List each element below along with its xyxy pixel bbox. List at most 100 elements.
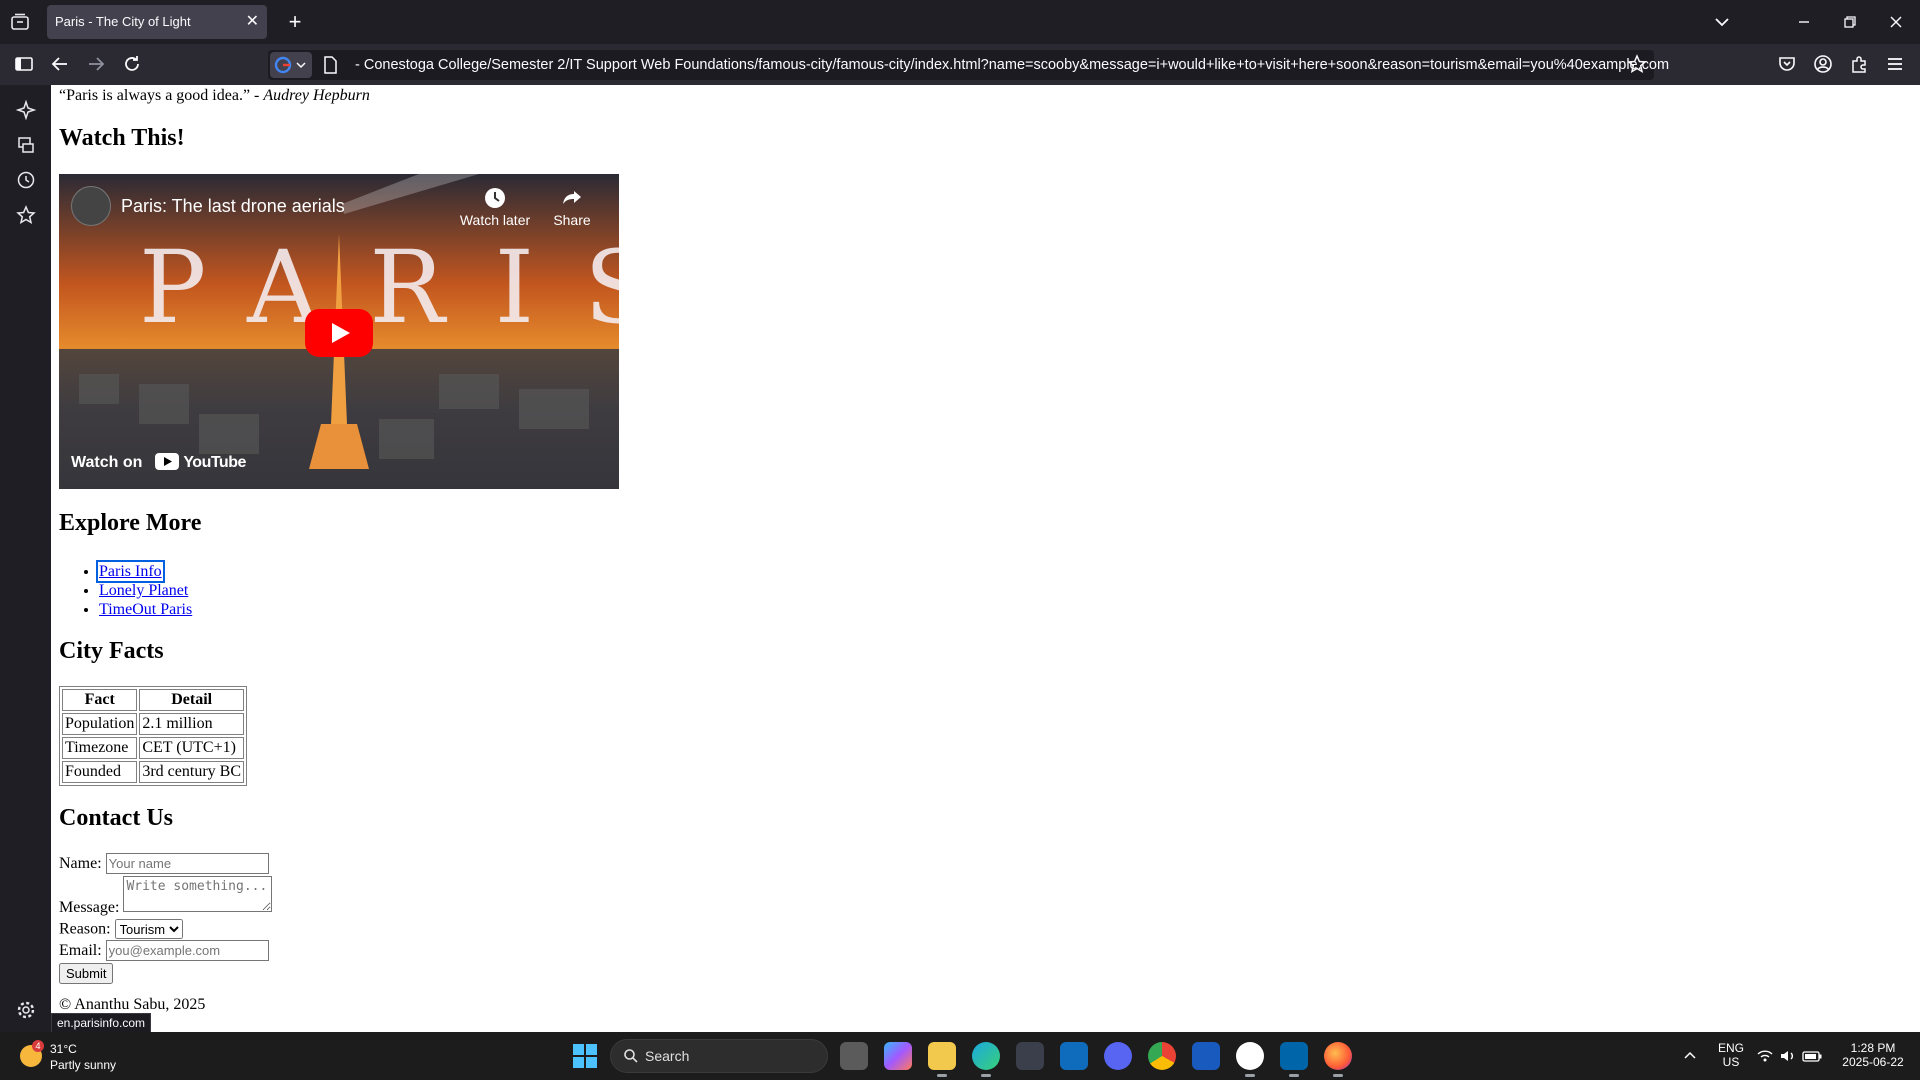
account-icon[interactable] xyxy=(1811,52,1835,76)
youtube-wordmark: YouTube xyxy=(183,454,246,471)
search-icon xyxy=(623,1048,639,1067)
language-bottom: US xyxy=(1722,1055,1740,1069)
start-windows-icon[interactable] xyxy=(573,1044,597,1068)
submit-button[interactable]: Submit xyxy=(59,963,114,984)
list-item: TimeOut Paris xyxy=(99,600,192,619)
clock-date: 2025-06-22 xyxy=(1842,1055,1904,1069)
name-input[interactable] xyxy=(105,853,269,874)
weather-temp: 31°C xyxy=(50,1042,77,1056)
link-lonely-planet[interactable]: Lonely Planet xyxy=(99,582,188,599)
firefox-icon[interactable] xyxy=(1324,1042,1352,1077)
pocket-icon[interactable] xyxy=(1775,52,1799,76)
name-label: Name: xyxy=(59,855,102,872)
table-cell: Population xyxy=(62,713,138,735)
taskbar-search[interactable]: Search xyxy=(610,1039,828,1073)
table-cell: 3rd century BC xyxy=(139,761,244,783)
back-icon[interactable] xyxy=(48,52,72,76)
file-explorer-icon[interactable] xyxy=(928,1042,956,1077)
watch-on-label: Watch on xyxy=(71,454,143,471)
status-link-preview: en.parisinfo.com xyxy=(51,1013,152,1033)
quote-author: Audrey Hepburn xyxy=(263,87,370,104)
tab-close-icon[interactable]: ✕ xyxy=(246,5,259,39)
share-label: Share xyxy=(553,212,591,228)
volume-icon[interactable] xyxy=(1778,1046,1798,1069)
page-info-icon[interactable] xyxy=(318,53,342,77)
url-text[interactable]: - Conestoga College/Semester 2/IT Suppor… xyxy=(355,50,1669,80)
message-textarea[interactable] xyxy=(123,876,273,912)
sidebar-toggle-icon[interactable] xyxy=(12,52,36,76)
share-button[interactable]: Share xyxy=(547,186,597,228)
table-header-cell: Detail xyxy=(139,689,244,711)
clock[interactable]: 1:28 PM 2025-06-22 xyxy=(1835,1041,1911,1069)
weather-widget[interactable]: 4 31°C Partly sunny xyxy=(18,1040,168,1074)
synced-tabs-icon[interactable] xyxy=(14,133,38,157)
tab-title: Paris - The City of Light xyxy=(55,14,191,29)
list-item: Lonely Planet xyxy=(99,581,192,600)
tab-list-icon[interactable] xyxy=(8,10,32,34)
email-label: Email: xyxy=(59,942,102,959)
new-tab-button[interactable]: + xyxy=(282,9,308,35)
reason-select[interactable]: Tourism xyxy=(114,919,183,939)
email-input[interactable] xyxy=(105,940,269,961)
facts-heading: City Facts xyxy=(59,638,164,664)
link-timeout-paris[interactable]: TimeOut Paris xyxy=(99,601,192,618)
edge-icon[interactable] xyxy=(972,1042,1000,1077)
bookmarks-icon[interactable] xyxy=(14,203,38,227)
menu-icon[interactable] xyxy=(1883,52,1907,76)
link-paris-info[interactable]: Paris Info xyxy=(96,560,165,583)
explore-links: Paris Info Lonely Planet TimeOut Paris xyxy=(59,560,192,619)
reload-icon[interactable] xyxy=(120,52,144,76)
youtube-embed[interactable]: PARIS Paris: The last drone aerials Watc… xyxy=(59,174,619,489)
youtube-logo-icon xyxy=(154,453,179,475)
show-hidden-icons-chevron-icon[interactable] xyxy=(1680,1046,1700,1069)
watch-on-youtube[interactable]: Watch on YouTube xyxy=(71,453,246,475)
watch-later-button[interactable]: Watch later xyxy=(455,186,535,228)
message-row: Message: xyxy=(59,876,273,917)
submit-row: Submit xyxy=(59,963,114,984)
table-row: Population 2.1 million xyxy=(62,713,244,735)
bookmark-star-icon[interactable] xyxy=(1625,52,1649,76)
word-icon[interactable] xyxy=(1192,1042,1220,1070)
channel-avatar[interactable] xyxy=(71,186,111,226)
reason-label: Reason: xyxy=(59,920,111,938)
quote: “Paris is always a good idea.” - Audrey … xyxy=(59,87,370,105)
email-row: Email: xyxy=(59,940,269,961)
github-icon[interactable] xyxy=(1236,1042,1264,1077)
play-button-icon[interactable] xyxy=(305,309,373,357)
task-view-icon[interactable] xyxy=(840,1042,868,1070)
wifi-icon[interactable] xyxy=(1755,1046,1775,1069)
vscode-icon[interactable] xyxy=(1280,1042,1308,1077)
quote-text: “Paris is always a good idea.” - xyxy=(59,87,264,104)
list-all-tabs-icon[interactable] xyxy=(1710,10,1734,34)
customize-sidebar-gear-icon[interactable] xyxy=(14,998,38,1022)
explore-heading: Explore More xyxy=(59,510,202,536)
extensions-icon[interactable] xyxy=(1847,52,1871,76)
chrome-icon[interactable] xyxy=(1148,1042,1176,1070)
name-row: Name: xyxy=(59,853,269,874)
notification-badge: 4 xyxy=(32,1040,44,1052)
copilot-icon[interactable] xyxy=(884,1042,912,1070)
tab-active[interactable]: Paris - The City of Light ✕ xyxy=(47,5,267,39)
discord-icon[interactable] xyxy=(1104,1042,1132,1070)
tab-bar: Paris - The City of Light ✕ + xyxy=(0,0,1920,44)
table-row: Timezone CET (UTC+1) xyxy=(62,737,244,759)
table-header-cell: Fact xyxy=(62,689,138,711)
language-indicator[interactable]: ENG US xyxy=(1716,1041,1746,1069)
language-top: ENG xyxy=(1717,1041,1744,1055)
microsoft-store-icon[interactable] xyxy=(1016,1042,1044,1070)
outlook-icon[interactable] xyxy=(1060,1042,1088,1070)
copyright-footer: © Ananthu Sabu, 2025 xyxy=(59,996,206,1013)
close-window-icon[interactable] xyxy=(1884,10,1908,34)
minimize-icon[interactable] xyxy=(1792,10,1816,34)
search-engine-button[interactable] xyxy=(270,52,312,78)
ai-chatbot-icon[interactable] xyxy=(14,98,38,122)
forward-icon[interactable] xyxy=(84,52,108,76)
contact-heading: Contact Us xyxy=(59,805,173,831)
history-icon[interactable] xyxy=(14,168,38,192)
video-title[interactable]: Paris: The last drone aerials xyxy=(121,196,345,217)
table-cell: Founded xyxy=(62,761,138,783)
clock-time: 1:28 PM xyxy=(1850,1041,1896,1055)
battery-icon[interactable] xyxy=(1801,1046,1823,1069)
table-header-row: Fact Detail xyxy=(62,689,244,711)
restore-icon[interactable] xyxy=(1838,10,1862,34)
